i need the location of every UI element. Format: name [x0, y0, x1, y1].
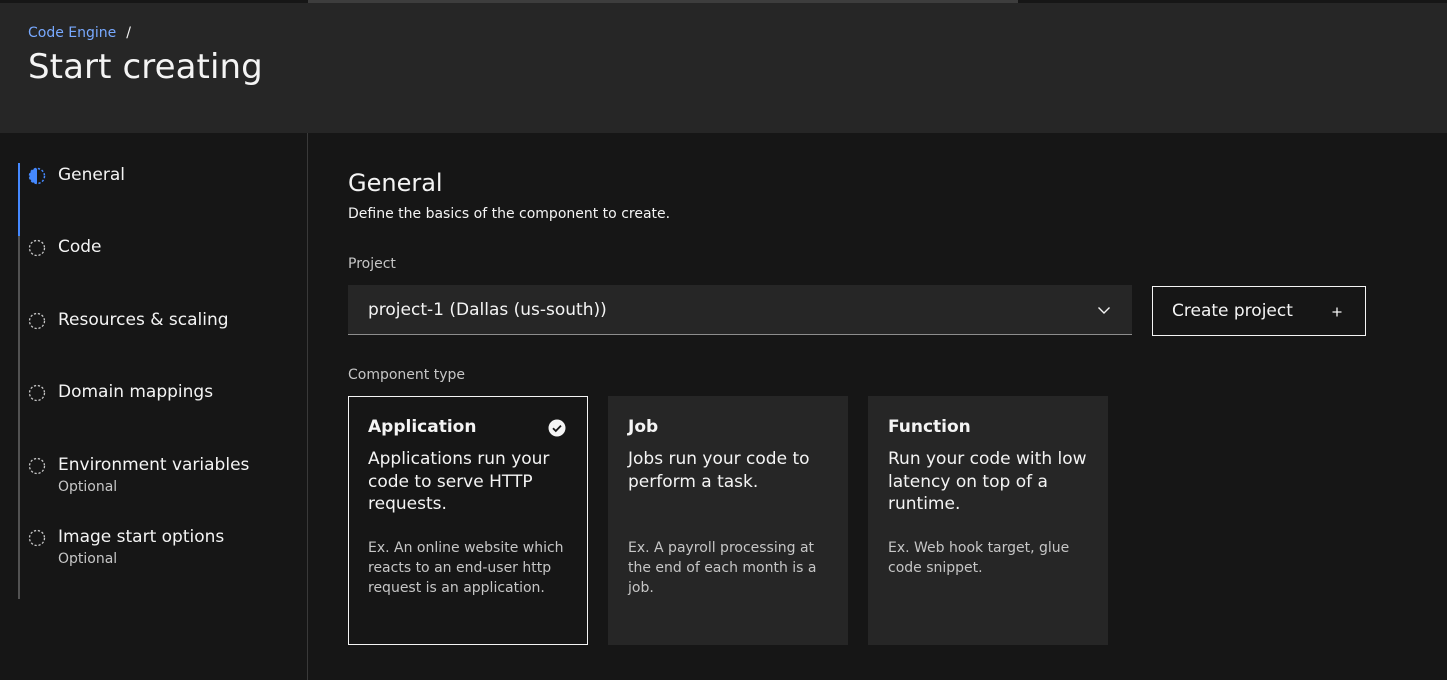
step-label: General [58, 165, 125, 185]
breadcrumb-separator: / [126, 25, 131, 41]
section-description: Define the basics of the component to cr… [348, 206, 671, 222]
step-environment-variables[interactable]: Environment variables Optional [28, 455, 298, 505]
create-project-button[interactable]: Create project [1152, 286, 1366, 336]
tile-job[interactable]: Job Jobs run your code to perform a task… [608, 396, 848, 645]
tile-application[interactable]: Application Applications run your code t… [348, 396, 588, 645]
progress-rail-active [18, 163, 20, 236]
tile-example: Ex. An online website which reacts to an… [368, 540, 564, 596]
tile-description: Jobs run your code to perform a task. [628, 449, 810, 492]
step-label: Image start options [58, 527, 225, 547]
step-optional-label: Optional [58, 479, 118, 495]
section-title: General [348, 169, 443, 197]
tile-example: Ex. Web hook target, glue code snippet. [888, 540, 1070, 576]
project-dropdown[interactable]: project-1 (Dallas (us-south)) [348, 285, 1132, 335]
step-optional-label: Optional [58, 551, 118, 567]
dashed-circle-icon [28, 457, 46, 475]
chevron-down-icon [1098, 307, 1110, 314]
step-general[interactable]: General [28, 165, 298, 215]
dashed-circle-icon [28, 312, 46, 330]
page-header: Code Engine / Start creating [0, 3, 1447, 133]
progress-indicator: General Code Resources & scaling Domain … [18, 163, 298, 599]
plus-icon [1332, 307, 1342, 317]
tile-title: Job [628, 417, 659, 437]
main-content: General Define the basics of the compone… [348, 133, 1408, 680]
dashed-circle-icon [28, 239, 46, 257]
step-label: Domain mappings [58, 382, 214, 402]
half-circle-icon [28, 167, 46, 185]
tile-title: Function [888, 417, 971, 437]
tile-description: Applications run your code to serve HTTP… [368, 449, 550, 514]
tile-example: Ex. A payroll processing at the end of e… [628, 540, 817, 596]
breadcrumb: Code Engine / [28, 25, 131, 41]
project-label: Project [348, 256, 396, 272]
checkmark-filled-icon [548, 419, 566, 437]
page-title: Start creating [28, 47, 263, 87]
project-dropdown-value: project-1 (Dallas (us-south)) [368, 299, 607, 320]
tile-description: Run your code with low latency on top of… [888, 449, 1087, 514]
breadcrumb-link-code-engine[interactable]: Code Engine [28, 25, 116, 41]
create-project-label: Create project [1172, 301, 1293, 321]
tile-title: Application [368, 417, 477, 437]
dashed-circle-icon [28, 384, 46, 402]
step-domain-mappings[interactable]: Domain mappings [28, 382, 298, 432]
step-label: Resources & scaling [58, 310, 229, 330]
step-image-start-options[interactable]: Image start options Optional [28, 527, 298, 577]
step-code[interactable]: Code [28, 237, 298, 287]
component-type-label: Component type [348, 367, 466, 383]
dashed-circle-icon [28, 529, 46, 547]
vertical-divider [307, 133, 308, 680]
step-label: Environment variables [58, 455, 250, 475]
tile-function[interactable]: Function Run your code with low latency … [868, 396, 1108, 645]
step-label: Code [58, 237, 102, 257]
component-type-tiles: Application Applications run your code t… [348, 396, 1108, 645]
step-resources-scaling[interactable]: Resources & scaling [28, 310, 298, 360]
